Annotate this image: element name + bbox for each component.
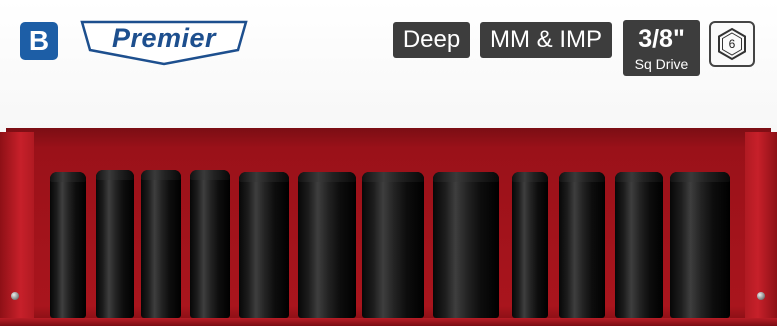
- socket-11: [615, 172, 663, 318]
- tray-rivet-left: [11, 292, 19, 300]
- premier-logo-text: Premier: [111, 22, 217, 53]
- socket-4: [190, 170, 230, 318]
- tray-rivet-right: [757, 292, 765, 300]
- socket-type-tag: Deep: [393, 22, 470, 58]
- socket-3: [141, 170, 181, 318]
- socket-9: [512, 172, 548, 318]
- socket-6: [298, 172, 356, 318]
- socket-8: [433, 172, 499, 318]
- hexagon-6-point-icon: 6: [709, 21, 755, 67]
- socket-1: [50, 172, 86, 318]
- socket-12: [670, 172, 730, 318]
- socket-10: [559, 172, 605, 318]
- drive-size-tag: 3/8" Sq Drive: [623, 20, 700, 76]
- brand-badge: B: [20, 22, 58, 60]
- socket-2: [96, 170, 134, 318]
- drive-size-value: 3/8": [638, 24, 685, 53]
- measurement-standard-tag: MM & IMP: [480, 22, 612, 58]
- points-count: 6: [728, 37, 736, 51]
- drive-size-label: Sq Drive: [634, 55, 689, 72]
- brand-badge-letter: B: [28, 25, 50, 56]
- tray-front-lip: [0, 318, 777, 326]
- socket-5: [239, 172, 289, 318]
- socket-7: [362, 172, 424, 318]
